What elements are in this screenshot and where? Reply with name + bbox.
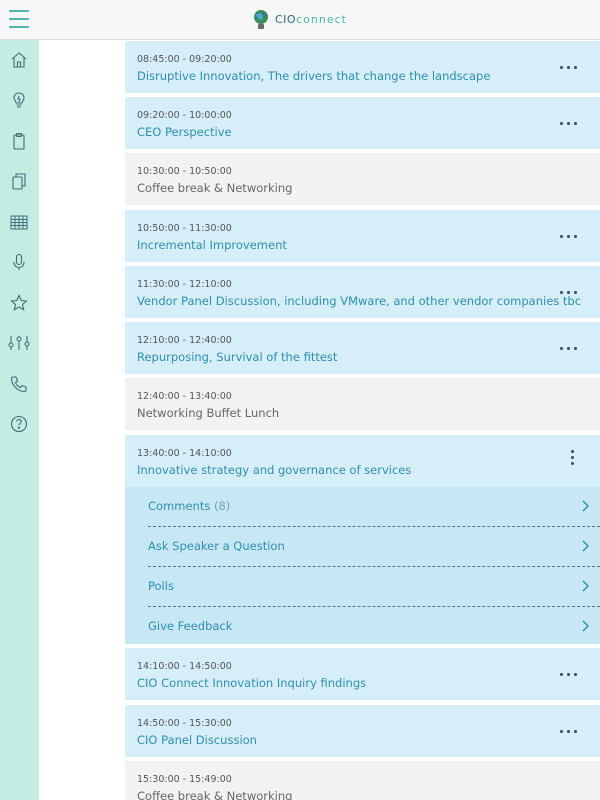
session-time: 13:40:00 - 14:10:00 — [137, 448, 232, 459]
session-actions-menu: Comments (8) Ask Speaker a Question Poll… — [125, 487, 600, 644]
break-item: 10:30:00 - 10:50:00 Coffee break & Netwo… — [125, 153, 600, 205]
polls-label: Polls — [148, 579, 174, 593]
session-title: Disruptive Innovation, The drivers that … — [137, 69, 491, 83]
session-title: Coffee break & Networking — [137, 789, 293, 800]
comments-menu-item[interactable]: Comments (8) — [148, 487, 600, 527]
chevron-right-icon — [582, 540, 589, 552]
session-title: CEO Perspective — [137, 125, 232, 139]
more-options-icon[interactable] — [560, 724, 578, 738]
ask-speaker-label: Ask Speaker a Question — [148, 539, 285, 553]
hamburger-menu-icon[interactable] — [9, 10, 29, 28]
chevron-right-icon — [582, 620, 589, 632]
globe-logo-icon — [254, 10, 268, 29]
microphone-icon[interactable] — [9, 252, 29, 272]
logo-text-light: connect — [296, 12, 347, 26]
phone-icon[interactable] — [9, 374, 29, 394]
help-icon[interactable] — [9, 414, 29, 434]
session-title: CIO Panel Discussion — [137, 733, 257, 747]
session-item[interactable]: 09:20:00 - 10:00:00 CEO Perspective — [125, 97, 600, 149]
session-time: 12:10:00 - 12:40:00 — [137, 335, 232, 346]
session-title: Vendor Panel Discussion, including VMwar… — [137, 294, 582, 308]
more-options-icon[interactable] — [560, 229, 578, 243]
polls-menu-item[interactable]: Polls — [148, 567, 600, 607]
session-title: Repurposing, Survival of the fittest — [137, 350, 338, 364]
more-options-vertical-icon[interactable] — [570, 450, 576, 468]
session-item-expanded[interactable]: 13:40:00 - 14:10:00 Innovative strategy … — [125, 435, 600, 487]
calendar-icon[interactable] — [9, 212, 29, 232]
session-time: 10:50:00 - 11:30:00 — [137, 223, 232, 234]
logo-text-bold: CIO — [275, 12, 297, 26]
top-bar: CIOconnect — [0, 0, 600, 40]
session-item[interactable]: 14:50:00 - 15:30:00 CIO Panel Discussion — [125, 705, 600, 757]
session-title: Incremental Improvement — [137, 238, 287, 252]
sidebar — [0, 40, 39, 800]
session-time: 11:30:00 - 12:10:00 — [137, 279, 232, 290]
logo-text: CIOconnect — [275, 13, 347, 26]
session-title: Networking Buffet Lunch — [137, 406, 280, 420]
clipboard-icon[interactable] — [9, 131, 29, 151]
session-item[interactable]: 10:50:00 - 11:30:00 Incremental Improvem… — [125, 210, 600, 262]
more-options-icon[interactable] — [560, 60, 578, 74]
chevron-right-icon — [582, 580, 589, 592]
break-item: 15:30:00 - 15:49:00 Coffee break & Netwo… — [125, 761, 600, 800]
session-title: Coffee break & Networking — [137, 181, 293, 195]
session-item[interactable]: 08:45:00 - 09:20:00 Disruptive Innovatio… — [125, 41, 600, 93]
give-feedback-label: Give Feedback — [148, 619, 233, 633]
more-options-icon[interactable] — [560, 667, 578, 681]
give-feedback-menu-item[interactable]: Give Feedback — [148, 607, 600, 647]
more-options-icon[interactable] — [560, 341, 578, 355]
sliders-icon[interactable] — [7, 333, 31, 353]
star-icon[interactable] — [9, 293, 29, 313]
session-time: 09:20:00 - 10:00:00 — [137, 110, 232, 121]
session-item[interactable]: 14:10:00 - 14:50:00 CIO Connect Innovati… — [125, 648, 600, 700]
session-title: CIO Connect Innovation Inquiry findings — [137, 676, 367, 690]
ask-speaker-menu-item[interactable]: Ask Speaker a Question — [148, 527, 600, 567]
session-time: 14:10:00 - 14:50:00 — [137, 661, 232, 672]
documents-icon[interactable] — [9, 171, 29, 191]
session-item[interactable]: 11:30:00 - 12:10:00 Vendor Panel Discuss… — [125, 266, 600, 318]
session-title: Innovative strategy and governance of se… — [137, 463, 412, 477]
lightbulb-icon[interactable] — [9, 90, 29, 110]
session-item[interactable]: 12:10:00 - 12:40:00 Repurposing, Surviva… — [125, 322, 600, 374]
break-item: 12:40:00 - 13:40:00 Networking Buffet Lu… — [125, 378, 600, 430]
more-options-icon[interactable] — [560, 116, 578, 130]
comments-count: (8) — [214, 499, 231, 513]
session-time: 12:40:00 - 13:40:00 — [137, 391, 232, 402]
app-logo[interactable]: CIOconnect — [252, 6, 347, 32]
session-time: 14:50:00 - 15:30:00 — [137, 718, 232, 729]
session-time: 08:45:00 - 09:20:00 — [137, 54, 232, 65]
comments-label: Comments — [148, 499, 211, 513]
home-icon[interactable] — [9, 50, 29, 70]
chevron-right-icon — [582, 500, 589, 512]
session-time: 10:30:00 - 10:50:00 — [137, 166, 232, 177]
more-options-icon[interactable] — [560, 285, 578, 299]
session-time: 15:30:00 - 15:49:00 — [137, 774, 232, 785]
